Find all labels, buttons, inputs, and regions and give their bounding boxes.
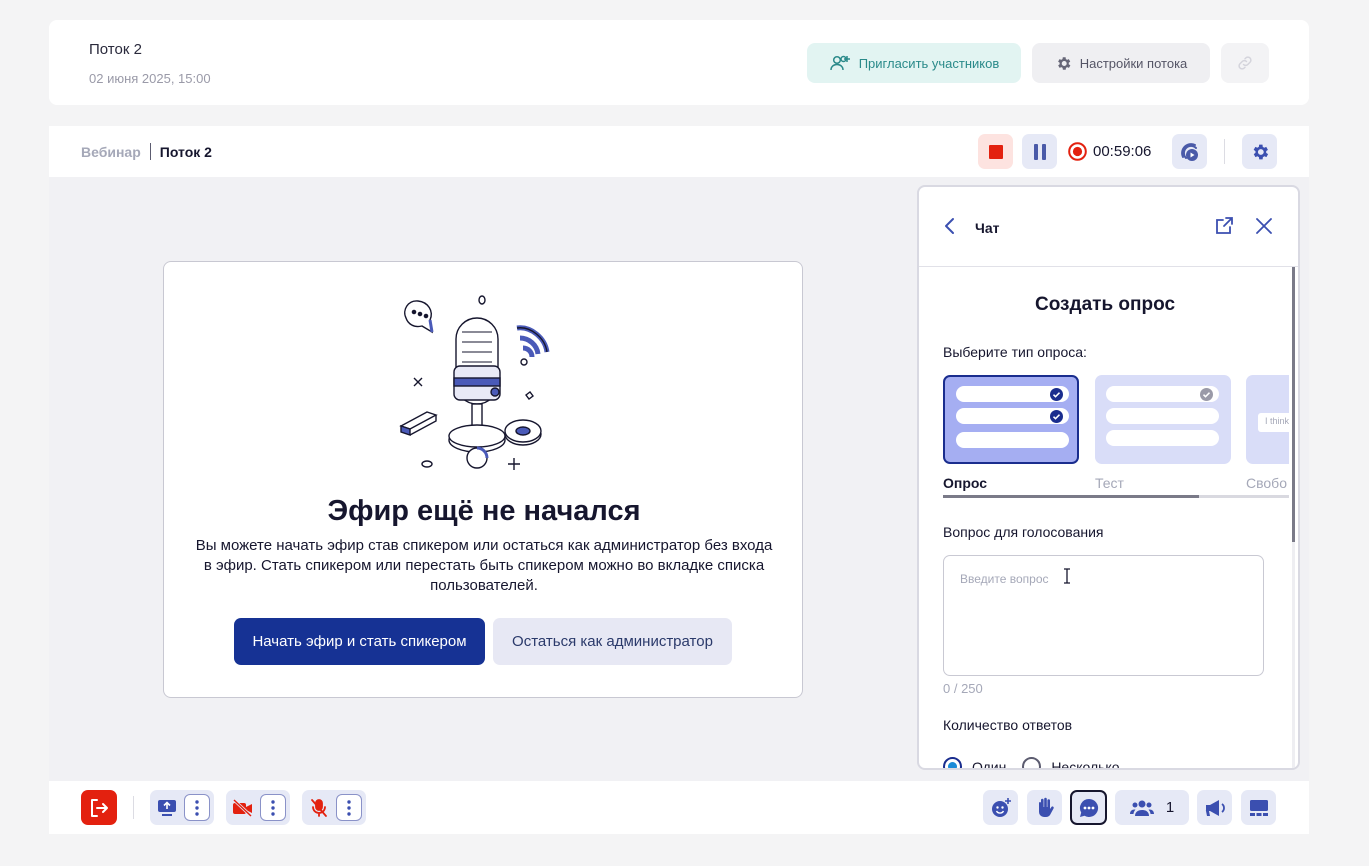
more-vertical-icon[interactable] [260, 794, 286, 821]
question-char-count: 0 / 250 [943, 681, 983, 696]
gear-icon [1055, 55, 1072, 72]
leave-button[interactable] [81, 790, 117, 825]
layout-button[interactable] [1241, 790, 1276, 825]
stage-toolbar: Вебинар Поток 2 00:59:06 [49, 126, 1309, 177]
poll-type-name: Свобо [1246, 475, 1287, 491]
preview-line [1106, 386, 1219, 402]
microphone-illustration [392, 288, 577, 478]
empty-state-description: Вы можете начать эфир став спикером или … [195, 537, 773, 594]
answers-count-label: Количество ответов [943, 717, 1073, 733]
breadcrumb-webinar[interactable]: Вебинар [81, 144, 141, 160]
screen-share-icon[interactable] [154, 794, 180, 821]
chat-panel: Чат Создать опрос Выберите тип опроса: О… [917, 185, 1300, 770]
toolbar-divider [1224, 139, 1225, 164]
stop-icon [988, 144, 1003, 159]
poll-type-poll-preview [943, 375, 1079, 464]
breadcrumb: Вебинар Поток 2 [81, 143, 212, 160]
screen-share-group [150, 790, 214, 825]
camera-off-icon[interactable] [230, 794, 256, 821]
stop-recording-button[interactable] [978, 134, 1013, 169]
back-arrow-icon[interactable] [943, 217, 955, 235]
bar-divider [133, 796, 134, 819]
reactions-button[interactable] [983, 790, 1018, 825]
close-icon[interactable] [1254, 216, 1274, 236]
poll-type-free-preview: I think [1246, 375, 1289, 464]
webinar-stage: Вебинар Поток 2 00:59:06 Эфир ещё не нач… [49, 126, 1309, 834]
radio-multiple[interactable] [1022, 757, 1042, 768]
preview-line [956, 408, 1069, 424]
breadcrumb-stream: Поток 2 [159, 143, 212, 160]
free-preview-text: I think [1258, 413, 1289, 432]
preview-line [956, 386, 1069, 402]
invite-participants-button[interactable]: Пригласить участников [807, 43, 1021, 83]
preview-line [1106, 408, 1219, 424]
settings-label: Настройки потока [1079, 55, 1188, 71]
breadcrumb-separator [149, 143, 151, 160]
gear-icon [1250, 142, 1270, 162]
pause-recording-button[interactable] [1022, 134, 1057, 169]
camera-group [226, 790, 290, 825]
participants-button[interactable]: 1 [1115, 790, 1189, 825]
stream-date: 02 июня 2025, 15:00 [89, 71, 211, 86]
open-external-icon[interactable] [1214, 216, 1234, 236]
preview-line [1106, 430, 1219, 446]
broadcast-button[interactable] [1172, 134, 1207, 169]
radio-single[interactable] [943, 757, 962, 768]
stream-settings-button[interactable]: Настройки потока [1032, 43, 1210, 83]
more-vertical-icon[interactable] [336, 794, 362, 821]
invite-label: Пригласить участников [858, 55, 1000, 71]
poll-type-name: Тест [1095, 475, 1124, 491]
microphone-off-icon[interactable] [306, 794, 332, 821]
copy-link-button[interactable] [1221, 43, 1269, 83]
participants-count: 1 [1165, 799, 1175, 816]
exit-icon [88, 797, 110, 819]
announcement-button[interactable] [1197, 790, 1232, 825]
stage-settings-button[interactable] [1242, 134, 1277, 169]
poll-type-test[interactable]: Тест [1095, 375, 1231, 491]
stream-title: Поток 2 [89, 41, 142, 58]
text-cursor-icon [1062, 568, 1072, 584]
link-icon [1236, 54, 1254, 72]
poll-type-test-preview [1095, 375, 1231, 464]
pause-icon [1033, 143, 1047, 160]
broadcast-not-started-card: Эфир ещё не начался Вы можете начать эфи… [163, 261, 803, 698]
radio-multiple-label: Несколько [1051, 758, 1120, 770]
hand-icon [1035, 797, 1055, 819]
create-poll-heading: Создать опрос [1034, 294, 1176, 315]
poll-type-label: Выберите тип опроса: [943, 344, 1087, 360]
radio-single-label: Один [972, 758, 1007, 770]
bottom-control-bar: 1 [49, 781, 1309, 834]
chat-icon [1078, 797, 1100, 819]
stay-as-admin-button[interactable]: Остаться как администратор [493, 618, 732, 665]
question-label: Вопрос для голосования [943, 524, 1104, 540]
start-broadcast-button[interactable]: Начать эфир и стать спикером [234, 618, 485, 665]
poll-type-poll[interactable]: Опрос [943, 375, 1079, 491]
preview-line [956, 432, 1069, 448]
question-input[interactable] [943, 555, 1264, 676]
recording-timer: 00:59:06 [1068, 142, 1151, 161]
chat-panel-title: Чат [975, 220, 1000, 236]
empty-state-title: Эфир ещё не начался [327, 495, 641, 527]
poll-type-free[interactable]: I think Свобо [1246, 375, 1289, 491]
broadcast-icon [1179, 141, 1201, 163]
add-users-icon [829, 54, 851, 72]
stream-header: Поток 2 02 июня 2025, 15:00 Пригласить у… [49, 20, 1309, 105]
poll-type-name: Опрос [943, 475, 988, 491]
megaphone-icon [1204, 798, 1226, 818]
chat-panel-header: Чат [919, 187, 1298, 267]
chat-button[interactable] [1070, 790, 1107, 825]
carousel-scrollbar-thumb[interactable] [943, 495, 1199, 498]
answers-count-options: Один Несколько [943, 757, 1120, 770]
timer-value: 00:59:06 [1093, 143, 1152, 160]
emoji-add-icon [990, 797, 1012, 819]
poll-type-carousel: Опрос Тест I think Свобо [943, 375, 1289, 510]
record-dot-icon [1068, 142, 1087, 161]
microphone-group [302, 790, 366, 825]
users-icon [1129, 799, 1154, 817]
more-vertical-icon[interactable] [184, 794, 210, 821]
raise-hand-button[interactable] [1027, 790, 1062, 825]
layout-icon [1249, 799, 1269, 817]
panel-scrollbar-thumb[interactable] [1292, 267, 1295, 542]
